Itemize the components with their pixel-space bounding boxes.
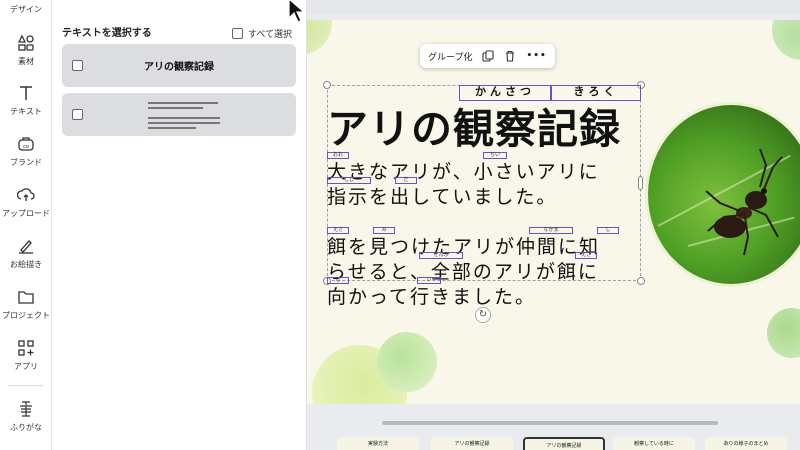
- rail-label: プロジェクト: [2, 311, 50, 320]
- decor-circle: [377, 332, 437, 392]
- rail-item-draw[interactable]: お絵描き: [0, 237, 52, 270]
- slide-canvas[interactable]: グループ化 ••• アリの観察記録 かんさつ きろく 大きなアリが、小さいアリに…: [307, 20, 800, 404]
- rail-label: テキスト: [10, 107, 42, 116]
- draw-icon: [19, 240, 33, 254]
- top-strip: [307, 0, 800, 14]
- ruby-tag[interactable]: ちい: [483, 152, 507, 159]
- page-thumbnail-active[interactable]: アリの観察記録: [523, 437, 605, 450]
- text-icon: [20, 86, 32, 100]
- page-thumbnail[interactable]: アリの観察記録: [431, 437, 513, 450]
- ruby-tag[interactable]: ぜんぶ: [419, 252, 463, 259]
- text-select-panel: テキストを選択する すべて選択 アリの観察記録: [52, 0, 307, 450]
- slide-title[interactable]: アリの観察記録: [327, 95, 621, 155]
- text-card-body[interactable]: [62, 93, 296, 136]
- rail-label: ブランド: [10, 158, 42, 167]
- group-toolbar: グループ化 •••: [420, 44, 555, 68]
- select-all-checkbox[interactable]: すべて選択: [232, 27, 292, 40]
- page-thumbnail[interactable]: ありの様子のまとめ: [705, 437, 787, 450]
- ruby-tag[interactable]: えさ: [575, 252, 597, 259]
- decor-circle: [767, 308, 800, 358]
- rail-item-brand[interactable]: co ブランド: [0, 135, 52, 168]
- rotate-icon: ↻: [478, 309, 488, 320]
- elements-icon: [17, 34, 34, 51]
- apps-icon: [18, 340, 34, 356]
- duplicate-icon[interactable]: [482, 50, 495, 62]
- text-card-title[interactable]: アリの観察記録: [62, 44, 296, 87]
- page-thumbnails: 実験方法 アリの観察記録 アリの観察記録 観察している時に ありの様子のまとめ: [307, 434, 800, 450]
- brand-icon: co: [18, 137, 34, 151]
- ruby-tag[interactable]: い: [417, 277, 441, 284]
- rail-item-projects[interactable]: プロジェクト: [0, 288, 52, 321]
- ant-illustration: [705, 148, 783, 256]
- rail-item-furigana[interactable]: ふりがな: [0, 400, 52, 433]
- svg-text:co: co: [23, 144, 29, 150]
- group-button[interactable]: グループ化: [428, 50, 472, 63]
- rail-item-text[interactable]: テキスト: [0, 84, 52, 117]
- ant-photo[interactable]: [645, 102, 800, 287]
- panel-title: テキストを選択する: [62, 28, 152, 39]
- ruby-tag[interactable]: なかま: [529, 227, 573, 234]
- ruby-kiroku[interactable]: きろく: [551, 85, 641, 101]
- ruby-tag[interactable]: おお: [327, 152, 349, 159]
- ruby-tag[interactable]: む: [327, 277, 349, 284]
- decor-circle: [307, 20, 332, 55]
- mouse-cursor-icon: [288, 0, 306, 23]
- body-line-2[interactable]: 指示を出していました。: [327, 182, 557, 209]
- ruby-tag[interactable]: だ: [395, 177, 417, 184]
- ruby-tag[interactable]: し: [597, 227, 619, 234]
- ruby-tag[interactable]: しじ: [327, 177, 371, 184]
- ruby-tag[interactable]: み: [373, 227, 395, 234]
- page-thumbnail[interactable]: 実験方法: [337, 437, 419, 450]
- body-line-3[interactable]: 餌を見つけたアリが仲間に知: [327, 232, 600, 259]
- rail-label: アップロード: [2, 209, 50, 218]
- trash-icon[interactable]: [504, 50, 516, 62]
- page-thumbnail[interactable]: 観察している時に: [613, 437, 695, 450]
- body-line-5[interactable]: 向かって行きました。: [327, 282, 536, 309]
- rail-item-upload[interactable]: アップロード: [0, 186, 52, 219]
- folder-icon: [18, 291, 34, 304]
- body-text-preview: [148, 102, 228, 132]
- rail-item-design[interactable]: デザイン: [0, 4, 52, 15]
- rail-label: お絵描き: [10, 260, 42, 269]
- canvas-workspace: グループ化 ••• アリの観察記録 かんさつ きろく 大きなアリが、小さいアリに…: [307, 0, 800, 450]
- upload-icon: [17, 188, 35, 201]
- ruby-tag[interactable]: えさ: [327, 227, 349, 234]
- ruby-kansatsu[interactable]: かんさつ: [459, 85, 551, 101]
- rotate-handle[interactable]: ↻: [475, 307, 491, 323]
- select-all-label: すべて選択: [248, 30, 293, 40]
- body-line-4[interactable]: らせると、全部のアリが餌に: [327, 257, 599, 284]
- resize-handle[interactable]: [323, 81, 331, 89]
- left-rail: デザイン 素材 テキスト co ブランド アップロード お絵描き プロジェクト …: [0, 0, 52, 450]
- resize-handle[interactable]: [637, 277, 645, 285]
- card-text: アリの観察記録: [144, 62, 214, 73]
- rail-label: アプリ: [14, 362, 38, 371]
- checkbox[interactable]: [232, 28, 243, 39]
- decor-circle: [772, 20, 800, 60]
- rail-divider: [8, 385, 44, 386]
- more-options-button[interactable]: •••: [526, 51, 546, 61]
- horizontal-scrollbar[interactable]: [382, 421, 718, 425]
- card-checkbox[interactable]: [72, 109, 83, 120]
- rail-label: 素材: [18, 57, 34, 66]
- rail-label: ふりがな: [10, 423, 42, 432]
- rail-item-apps[interactable]: アプリ: [0, 339, 52, 372]
- furigana-icon: [20, 401, 32, 417]
- rail-item-elements[interactable]: 素材: [0, 34, 52, 67]
- side-resize-handle[interactable]: [638, 176, 643, 190]
